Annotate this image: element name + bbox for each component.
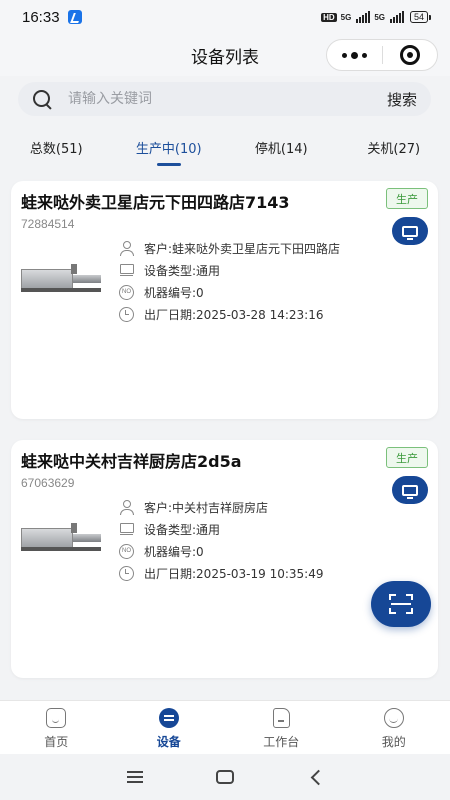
miniprogram-capsule	[326, 39, 438, 71]
factory-date-row: 出厂日期:2025-03-28 14:23:16	[119, 303, 340, 325]
monitor-button[interactable]	[392, 476, 428, 504]
device-type-text: 设备类型:通用	[144, 263, 221, 278]
app-notification-icon	[67, 10, 82, 24]
user-icon	[119, 499, 134, 515]
device-type-text: 设备类型:通用	[144, 522, 221, 537]
home-icon	[46, 708, 67, 728]
machine-image	[21, 520, 103, 554]
signal-icon	[356, 11, 371, 23]
profile-icon	[383, 708, 404, 728]
workbench-icon	[272, 708, 290, 728]
system-nav-bar	[0, 754, 450, 800]
monitor-icon	[402, 484, 418, 499]
number-icon: NO	[119, 284, 134, 300]
device-title: 蛙来哒中关村吉祥厨房店2d5a	[21, 452, 242, 471]
customer-row: 客户:中关村吉祥厨房店	[119, 496, 324, 518]
machine-no-row: NO 机器编号:0	[119, 281, 340, 303]
device-type-icon	[119, 263, 134, 278]
monitor-button[interactable]	[392, 217, 428, 245]
signal-label-2: 5G	[374, 12, 385, 22]
device-info: 客户:中关村吉祥厨房店 设备类型:通用 NO 机器编号:0 出厂日期:2025-…	[119, 496, 324, 584]
bottom-nav: 首页 设备 工作台 我的	[0, 700, 450, 754]
status-time: 16:33	[22, 8, 60, 26]
clock-icon	[119, 306, 134, 322]
status-badge: 生产	[386, 447, 428, 468]
nav-device-label: 设备	[156, 735, 181, 749]
nav-home-label: 首页	[44, 735, 69, 749]
signal-label-1: 5G	[340, 12, 352, 22]
search-bar: 搜索	[18, 82, 431, 116]
customer-text: 客户:中关村吉祥厨房店	[144, 500, 269, 515]
clock-icon	[119, 565, 134, 581]
device-icon	[158, 708, 179, 728]
machine-no-row: NO 机器编号:0	[119, 540, 324, 562]
back-icon[interactable]	[310, 769, 326, 785]
hd-badge: HD	[321, 12, 337, 22]
scan-button[interactable]	[371, 581, 431, 627]
home-square-icon[interactable]	[215, 770, 234, 784]
title-bar: 设备列表	[0, 34, 450, 76]
device-title: 蛙来哒外卖卫星店元下田四路店7143	[21, 193, 290, 212]
menu-icon[interactable]	[126, 776, 143, 778]
device-type-row: 设备类型:通用	[119, 518, 324, 540]
status-indicators: HD 5G 5G 54	[321, 11, 432, 23]
nav-home[interactable]: 首页	[0, 701, 113, 754]
page-title: 设备列表	[191, 47, 259, 68]
nav-device[interactable]: 设备	[113, 701, 226, 754]
status-bar: 16:33 HD 5G 5G 54	[0, 0, 450, 34]
close-icon[interactable]	[383, 45, 438, 65]
machine-no-text: 机器编号:0	[144, 544, 204, 559]
scan-icon	[389, 594, 413, 614]
battery-icon: 54	[409, 11, 432, 23]
tab-producing[interactable]: 生产中(10)	[113, 126, 226, 172]
device-info: 客户:蛙来哒外卖卫星店元下田四路店 设备类型:通用 NO 机器编号:0 出厂日期…	[119, 237, 340, 325]
customer-row: 客户:蛙来哒外卖卫星店元下田四路店	[119, 237, 340, 259]
device-id: 72884514	[21, 217, 75, 231]
nav-profile-label: 我的	[381, 735, 406, 749]
search-button[interactable]: 搜索	[387, 89, 417, 110]
factory-date-row: 出厂日期:2025-03-19 10:35:49	[119, 562, 324, 584]
more-icon[interactable]	[327, 51, 382, 59]
search-icon	[32, 89, 52, 109]
nav-workbench[interactable]: 工作台	[225, 701, 338, 754]
device-type-row: 设备类型:通用	[119, 259, 340, 281]
device-type-icon	[119, 522, 134, 537]
factory-date-text: 出厂日期:2025-03-19 10:35:49	[144, 566, 324, 581]
customer-text: 客户:蛙来哒外卖卫星店元下田四路店	[144, 241, 341, 256]
factory-date-text: 出厂日期:2025-03-28 14:23:16	[144, 307, 324, 322]
device-card[interactable]: 蛙来哒中关村吉祥厨房店2d5a 67063629 生产 客户:中关村吉祥厨房店 …	[11, 440, 438, 678]
monitor-icon	[402, 225, 418, 240]
tab-total[interactable]: 总数(51)	[0, 126, 113, 172]
signal-icon	[389, 11, 404, 23]
status-badge: 生产	[386, 188, 428, 209]
search-input[interactable]	[68, 91, 387, 107]
status-tabs: 总数(51) 生产中(10) 停机(14) 关机(27)	[0, 126, 450, 172]
tab-shutdown[interactable]: 关机(27)	[338, 126, 450, 172]
machine-no-text: 机器编号:0	[144, 285, 204, 300]
nav-workbench-label: 工作台	[263, 735, 300, 749]
device-id: 67063629	[21, 476, 75, 490]
nav-profile[interactable]: 我的	[338, 701, 450, 754]
user-icon	[119, 240, 134, 256]
device-card[interactable]: 蛙来哒外卖卫星店元下田四路店7143 72884514 生产 客户:蛙来哒外卖卫…	[11, 181, 438, 419]
tab-stopped[interactable]: 停机(14)	[225, 126, 338, 172]
machine-image	[21, 261, 103, 295]
number-icon: NO	[119, 543, 134, 559]
